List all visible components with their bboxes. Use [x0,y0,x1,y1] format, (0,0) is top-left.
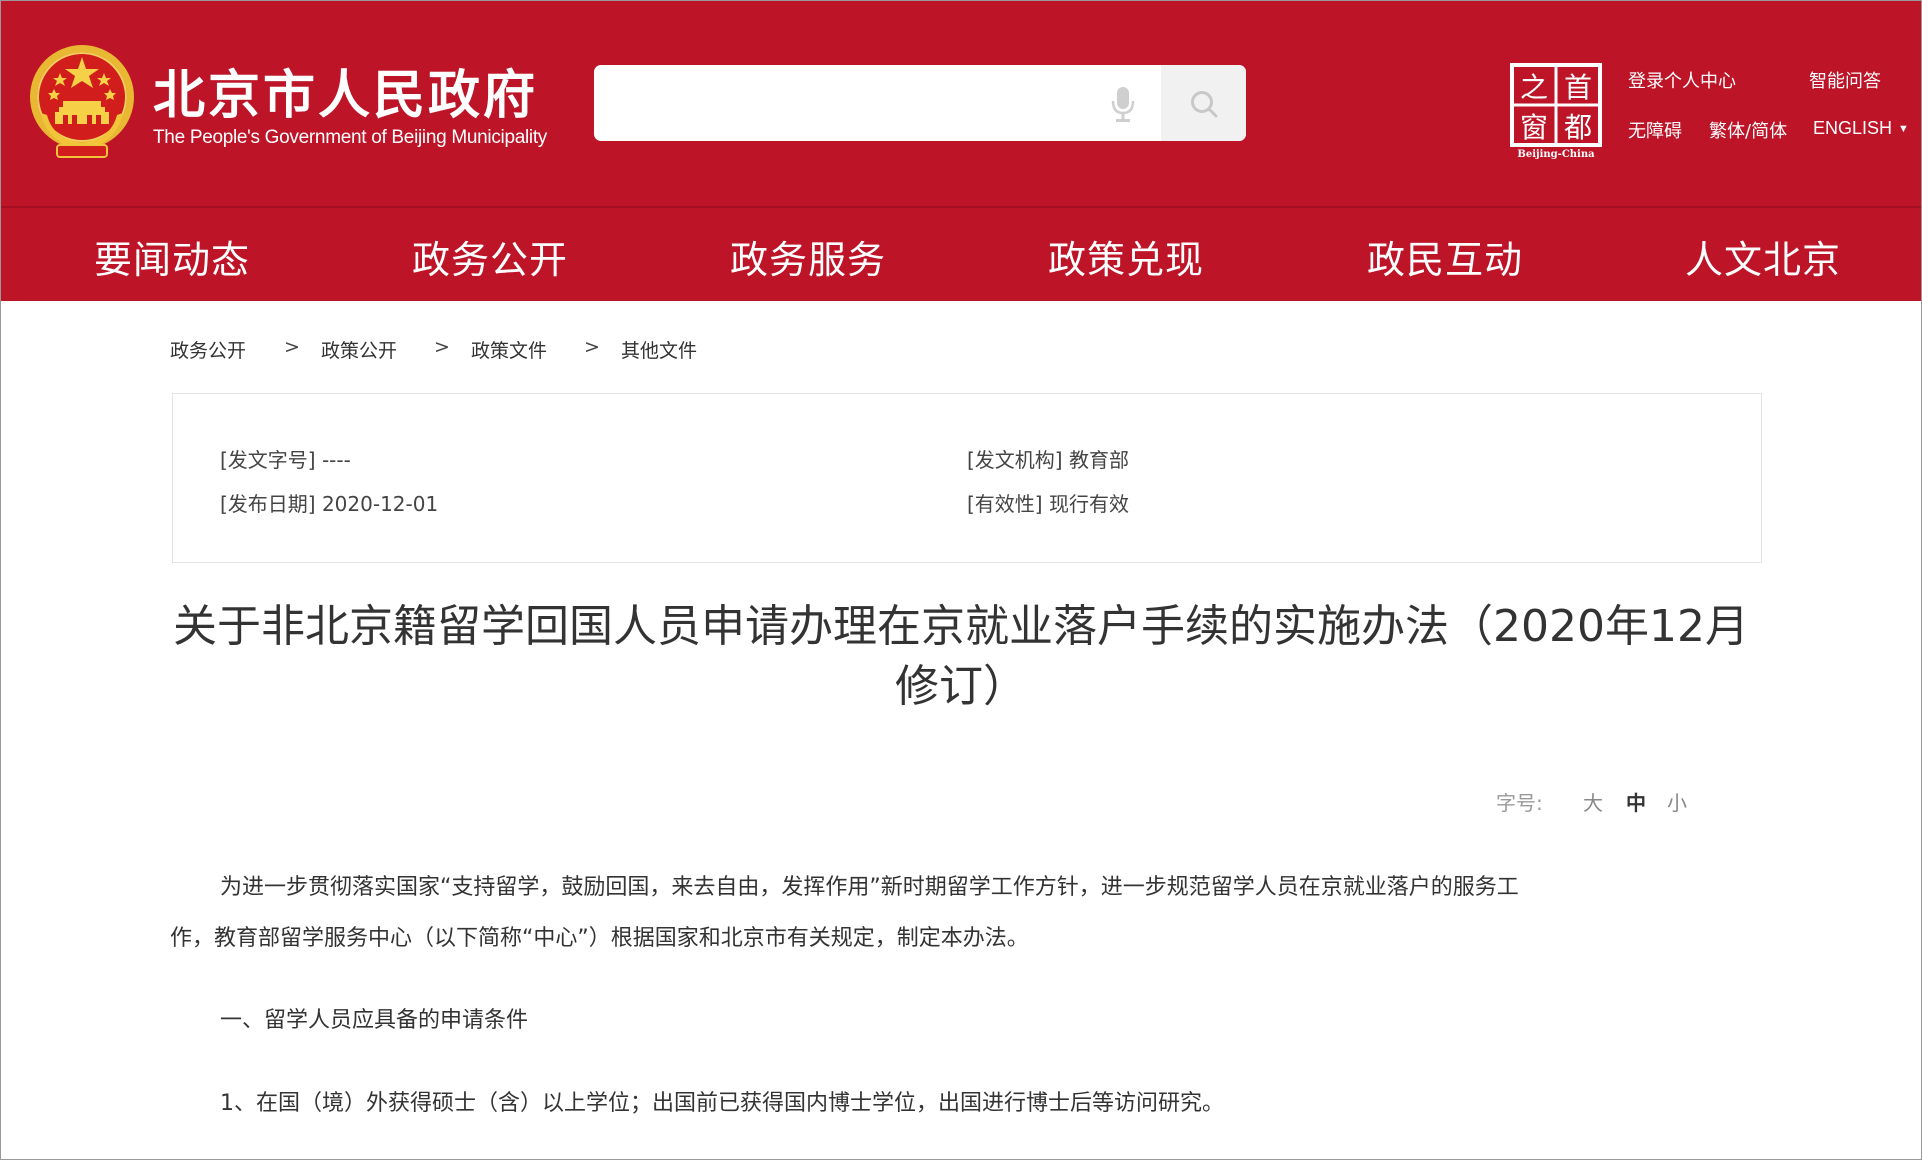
english-label: ENGLISH [1813,118,1893,138]
doc-number: [发文字号] ---- [220,448,351,472]
capital-logo-char-4: 都 [1564,111,1592,144]
nav-item-news[interactable]: 要闻动态 [94,229,250,284]
paragraph-1-line-2: 作，教育部留学服务中心（以下简称“中心”）根据国家和北京市有关规定，制定本办法。 [170,926,1029,951]
document-info-box [172,393,1762,563]
font-size-small-button[interactable]: 小 [1667,787,1687,816]
nav-item-citizen-interaction[interactable]: 政民互动 [1367,229,1523,284]
font-size-label: 字号: [1496,791,1543,815]
search-input[interactable] [594,65,1094,141]
traditional-simplified-link[interactable]: 繁体/简体 [1709,117,1787,143]
accessibility-link[interactable]: 无障碍 [1628,117,1682,143]
nav-item-policy-fulfillment[interactable]: 政策兑现 [1048,229,1204,284]
search-box [594,65,1246,141]
capital-logo-char-1: 之 [1520,71,1548,104]
nav-item-cultural-beijing[interactable]: 人文北京 [1685,229,1841,284]
login-link[interactable]: 登录个人中心 [1628,67,1736,93]
breadcrumb-separator: > [584,336,600,358]
breadcrumb-item-policy-disclosure[interactable]: 政策公开 [321,336,397,363]
doc-validity: [有效性] 现行有效 [967,492,1129,516]
nav-item-government-services[interactable]: 政务服务 [730,229,886,284]
capital-logo-char-3: 窗 [1520,111,1548,144]
breadcrumb-item-policy-documents[interactable]: 政策文件 [471,336,547,363]
microphone-icon[interactable] [1109,85,1137,123]
browser-page: 北京市人民政府 The People's Government of Beiji… [0,0,1922,1160]
english-language-dropdown[interactable]: ENGLISH ▼ [1813,118,1909,139]
section-heading-1: 一、留学人员应具备的申请条件 [220,1008,529,1033]
search-icon [1191,91,1218,118]
paragraph-1-line-1: 为进一步贯彻落实国家“支持留学，鼓励回国，来去自由，发挥作用”新时期留学工作方针… [220,875,1519,900]
page-title-line-2: 修订） [895,661,1027,712]
search-button[interactable] [1161,65,1246,141]
site-header: 北京市人民政府 The People's Government of Beiji… [1,1,1921,301]
capital-logo-char-2: 首 [1564,71,1592,104]
list-item-1: 1、在国（境）外获得硕士（含）以上学位；出国前已获得国内博士学位，出国进行博士后… [220,1091,1225,1116]
site-title[interactable]: 北京市人民政府 [153,53,538,128]
nav-item-government-affairs[interactable]: 政务公开 [412,229,568,284]
nav-divider [1,206,1921,208]
doc-issuer: [发文机构] 教育部 [967,448,1129,472]
font-size-large-button[interactable]: 大 [1583,787,1603,816]
site-subtitle: The People's Government of Beijing Munic… [153,127,548,148]
doc-publish-date: [发布日期] 2020-12-01 [220,492,439,516]
capital-logo-caption: Beijing-China [1517,149,1595,159]
breadcrumb-separator: > [434,336,450,358]
page-title: 关于非北京籍留学回国人员申请办理在京就业落户手续的实施办法（2020年12月 修… [161,597,1761,717]
capital-window-logo[interactable]: 之 首 窗 都 Beijing-China [1510,63,1602,159]
breadcrumb-separator: > [284,336,300,358]
national-emblem-icon[interactable] [27,43,137,161]
font-size-medium-button[interactable]: 中 [1626,787,1646,816]
breadcrumb-item-other-documents[interactable]: 其他文件 [621,336,697,363]
smart-qa-link[interactable]: 智能问答 [1809,67,1881,93]
breadcrumb-item-government-affairs[interactable]: 政务公开 [170,336,246,363]
caret-down-icon: ▼ [1898,123,1909,135]
page-title-line-1: 关于非北京籍留学回国人员申请办理在京就业落户手续的实施办法（2020年12月 [173,601,1749,652]
